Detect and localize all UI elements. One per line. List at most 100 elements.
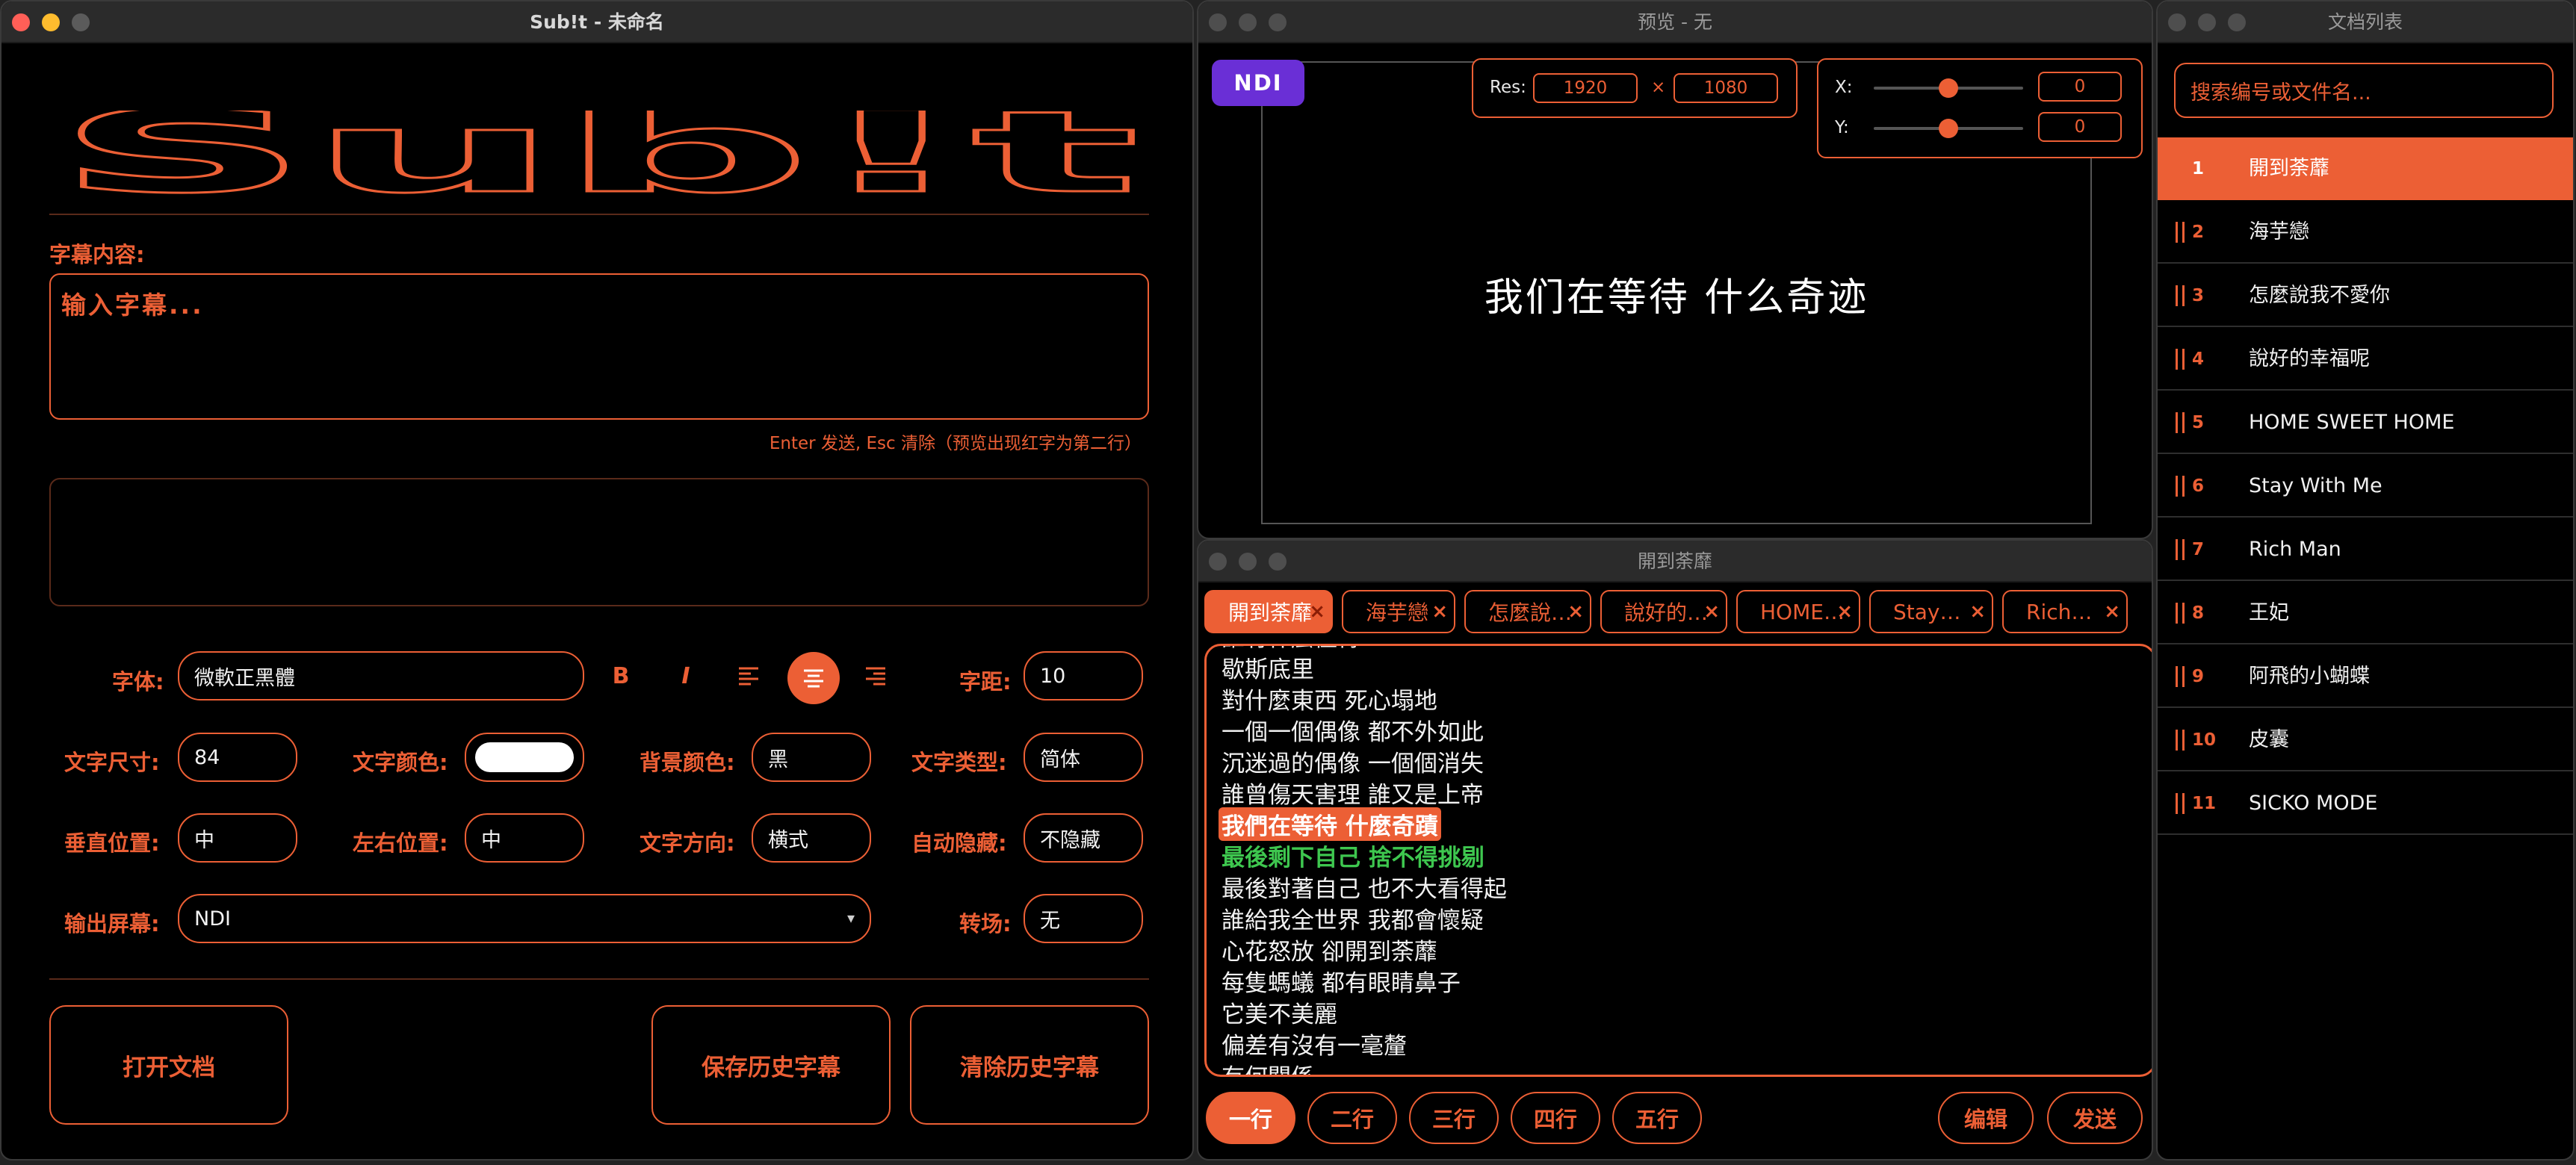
drag-handle-icon[interactable] <box>2176 730 2185 751</box>
close-tab-icon[interactable]: × <box>2104 600 2120 623</box>
resolution-height-input[interactable]: 1080 <box>1674 73 1778 103</box>
document-tab[interactable]: 開到荼靡 × <box>1204 590 1333 633</box>
doclist-item-number: 9 <box>2192 667 2205 686</box>
drag-handle-icon[interactable] <box>2176 412 2185 433</box>
bold-button[interactable]: B <box>597 652 645 700</box>
preview-window-title: 预览 - 无 <box>1638 11 1712 33</box>
lyric-line[interactable]: 最後對著自己 也不大看得起 <box>1222 870 1507 904</box>
align-center-button[interactable] <box>787 652 840 704</box>
y-offset-input[interactable]: 0 <box>2038 112 2122 142</box>
doclist-item-name: Rich Man <box>2249 538 2341 561</box>
lyric-line[interactable]: 一個一個偶像 都不外如此 <box>1222 713 1484 747</box>
dropdown-arrow-icon: ▾ <box>846 909 855 927</box>
doclist-item[interactable]: 6 Stay With Me <box>2158 455 2573 518</box>
save-history-button[interactable]: 保存历史字幕 <box>651 1005 891 1125</box>
open-document-button[interactable]: 打开文档 <box>49 1005 288 1125</box>
lyric-line[interactable]: 誰曾傷天害理 誰又是上帝 <box>1222 776 1484 810</box>
doclist-item[interactable]: 8 王妃 <box>2158 582 2573 644</box>
document-tab[interactable]: 海芋戀 × <box>1342 590 1455 633</box>
lyric-line[interactable]: 誰給我全世界 我都會懷疑 <box>1222 901 1484 935</box>
text-size-input[interactable]: 84 <box>178 733 297 782</box>
clear-history-button[interactable]: 清除历史字幕 <box>910 1005 1149 1125</box>
doclist-item[interactable]: 2 海芋戀 <box>2158 201 2573 264</box>
text-color-picker[interactable] <box>465 733 584 782</box>
resolution-width-input[interactable]: 1920 <box>1533 73 1638 103</box>
doclist-item[interactable]: 10 皮囊 <box>2158 709 2573 771</box>
document-tab[interactable]: Stay… × <box>1869 590 1993 633</box>
x-offset-slider[interactable] <box>1874 78 2023 98</box>
line-count-button[interactable]: 四行 <box>1511 1092 1600 1144</box>
drag-handle-icon[interactable] <box>2176 539 2185 560</box>
history-box[interactable] <box>49 478 1149 606</box>
lyric-line[interactable]: 偏差有沒有一毫釐 <box>1222 1027 1407 1060</box>
text-type-select[interactable]: 简体 <box>1024 733 1143 782</box>
lyric-line[interactable]: 心花怒放 卻開到荼蘼 <box>1222 933 1437 966</box>
drag-handle-icon[interactable] <box>2176 793 2185 814</box>
output-screen-select[interactable]: NDI ▾ <box>178 894 871 943</box>
doclist-item[interactable]: 5 HOME SWEET HOME <box>2158 391 2573 454</box>
lyrics-list[interactable]: 誰有什麼值得歇斯底里對什麼東西 死心塌地一個一個偶像 都不外如此沉迷過的偶像 一… <box>1204 644 2152 1077</box>
subtitle-input[interactable]: 输入字幕... <box>49 273 1149 420</box>
vertical-position-label: 垂直位置: <box>64 830 160 856</box>
ndi-badge[interactable]: NDI <box>1212 60 1304 106</box>
doclist-search-input[interactable]: 搜索编号或文件名... <box>2174 63 2554 118</box>
document-tab[interactable]: Rich… × <box>2002 590 2128 633</box>
bg-color-select[interactable]: 黑 <box>752 733 871 782</box>
lyric-line[interactable]: 歇斯底里 <box>1222 650 1314 684</box>
align-left-button[interactable] <box>725 652 773 700</box>
close-tab-icon[interactable]: × <box>1567 600 1584 623</box>
lyric-line[interactable]: 它美不美麗 <box>1222 995 1337 1029</box>
doclist-item[interactable]: 4 說好的幸福呢 <box>2158 328 2573 391</box>
edit-button[interactable]: 编辑 <box>1938 1092 2034 1144</box>
close-tab-icon[interactable]: × <box>1969 600 1986 623</box>
line-count-button[interactable]: 一行 <box>1206 1092 1295 1144</box>
transition-select[interactable]: 无 <box>1024 894 1143 943</box>
close-tab-icon[interactable]: × <box>1703 600 1720 623</box>
italic-button[interactable]: I <box>662 652 710 700</box>
send-button[interactable]: 发送 <box>2047 1092 2143 1144</box>
x-offset-input[interactable]: 0 <box>2038 72 2122 102</box>
line-count-button[interactable]: 三行 <box>1409 1092 1499 1144</box>
line-count-button[interactable]: 五行 <box>1612 1092 1702 1144</box>
line-count-button[interactable]: 二行 <box>1307 1092 1397 1144</box>
preview-titlebar[interactable]: 预览 - 无 <box>1198 1 2152 43</box>
lyric-line[interactable]: 每隻螞蟻 都有眼睛鼻子 <box>1222 964 1461 998</box>
auto-hide-select[interactable]: 不隐藏 <box>1024 813 1143 863</box>
align-right-button[interactable] <box>852 652 900 700</box>
main-titlebar[interactable]: Sub!t - 未命名 <box>1 1 1192 43</box>
document-tab[interactable]: 怎麼說… × <box>1464 590 1591 633</box>
lyric-line[interactable]: 我們在等待 什麼奇蹟 <box>1219 807 1441 841</box>
lyric-line[interactable]: 沉迷過的偶像 一個個消失 <box>1222 745 1484 778</box>
doclist-item[interactable]: 9 阿飛的小蝴蝶 <box>2158 645 2573 708</box>
doclist-item[interactable]: 7 Rich Man <box>2158 518 2573 581</box>
drag-handle-icon[interactable] <box>2176 666 2185 687</box>
lyric-line[interactable]: 有何關係 <box>1222 1058 1314 1075</box>
doclist-window: 文档列表 搜索编号或文件名... 1 開到荼蘼 2 海芋戀 3 怎麼說我不愛你 4 說好的幸福… <box>2156 0 2575 1161</box>
y-offset-slider[interactable] <box>1874 119 2023 138</box>
horizontal-position-select[interactable]: 中 <box>465 813 584 863</box>
y-offset-slider-handle[interactable] <box>1939 119 1958 138</box>
doclist-item[interactable]: 11 SICKO MODE <box>2158 772 2573 835</box>
drag-handle-icon[interactable] <box>2176 222 2185 243</box>
close-tab-icon[interactable]: × <box>1309 600 1325 623</box>
close-tab-icon[interactable]: × <box>1431 600 1448 623</box>
close-tab-icon[interactable]: × <box>1836 600 1853 623</box>
text-color-label: 文字颜色: <box>353 750 448 775</box>
drag-handle-icon[interactable] <box>2176 285 2185 306</box>
doclist-titlebar[interactable]: 文档列表 <box>2158 1 2573 43</box>
lyric-line[interactable]: 對什麼東西 死心塌地 <box>1222 682 1437 715</box>
doclist-item[interactable]: 1 開到荼蘼 <box>2158 137 2573 200</box>
spacing-input[interactable]: 10 <box>1024 651 1143 700</box>
document-titlebar[interactable]: 開到荼靡 <box>1198 541 2152 582</box>
text-direction-select[interactable]: 横式 <box>752 813 871 863</box>
x-offset-slider-handle[interactable] <box>1939 78 1958 98</box>
drag-handle-icon[interactable] <box>2176 349 2185 370</box>
font-select[interactable]: 微軟正黑體 <box>178 651 584 700</box>
drag-handle-icon[interactable] <box>2176 476 2185 497</box>
doclist-item[interactable]: 3 怎麼說我不愛你 <box>2158 264 2573 327</box>
vertical-position-select[interactable]: 中 <box>178 813 297 863</box>
lyric-line[interactable]: 最後剩下自己 捨不得挑剔 <box>1222 839 1484 872</box>
drag-handle-icon[interactable] <box>2176 603 2185 624</box>
document-tab[interactable]: 說好的… × <box>1600 590 1727 633</box>
document-tab[interactable]: HOME… × <box>1736 590 1860 633</box>
